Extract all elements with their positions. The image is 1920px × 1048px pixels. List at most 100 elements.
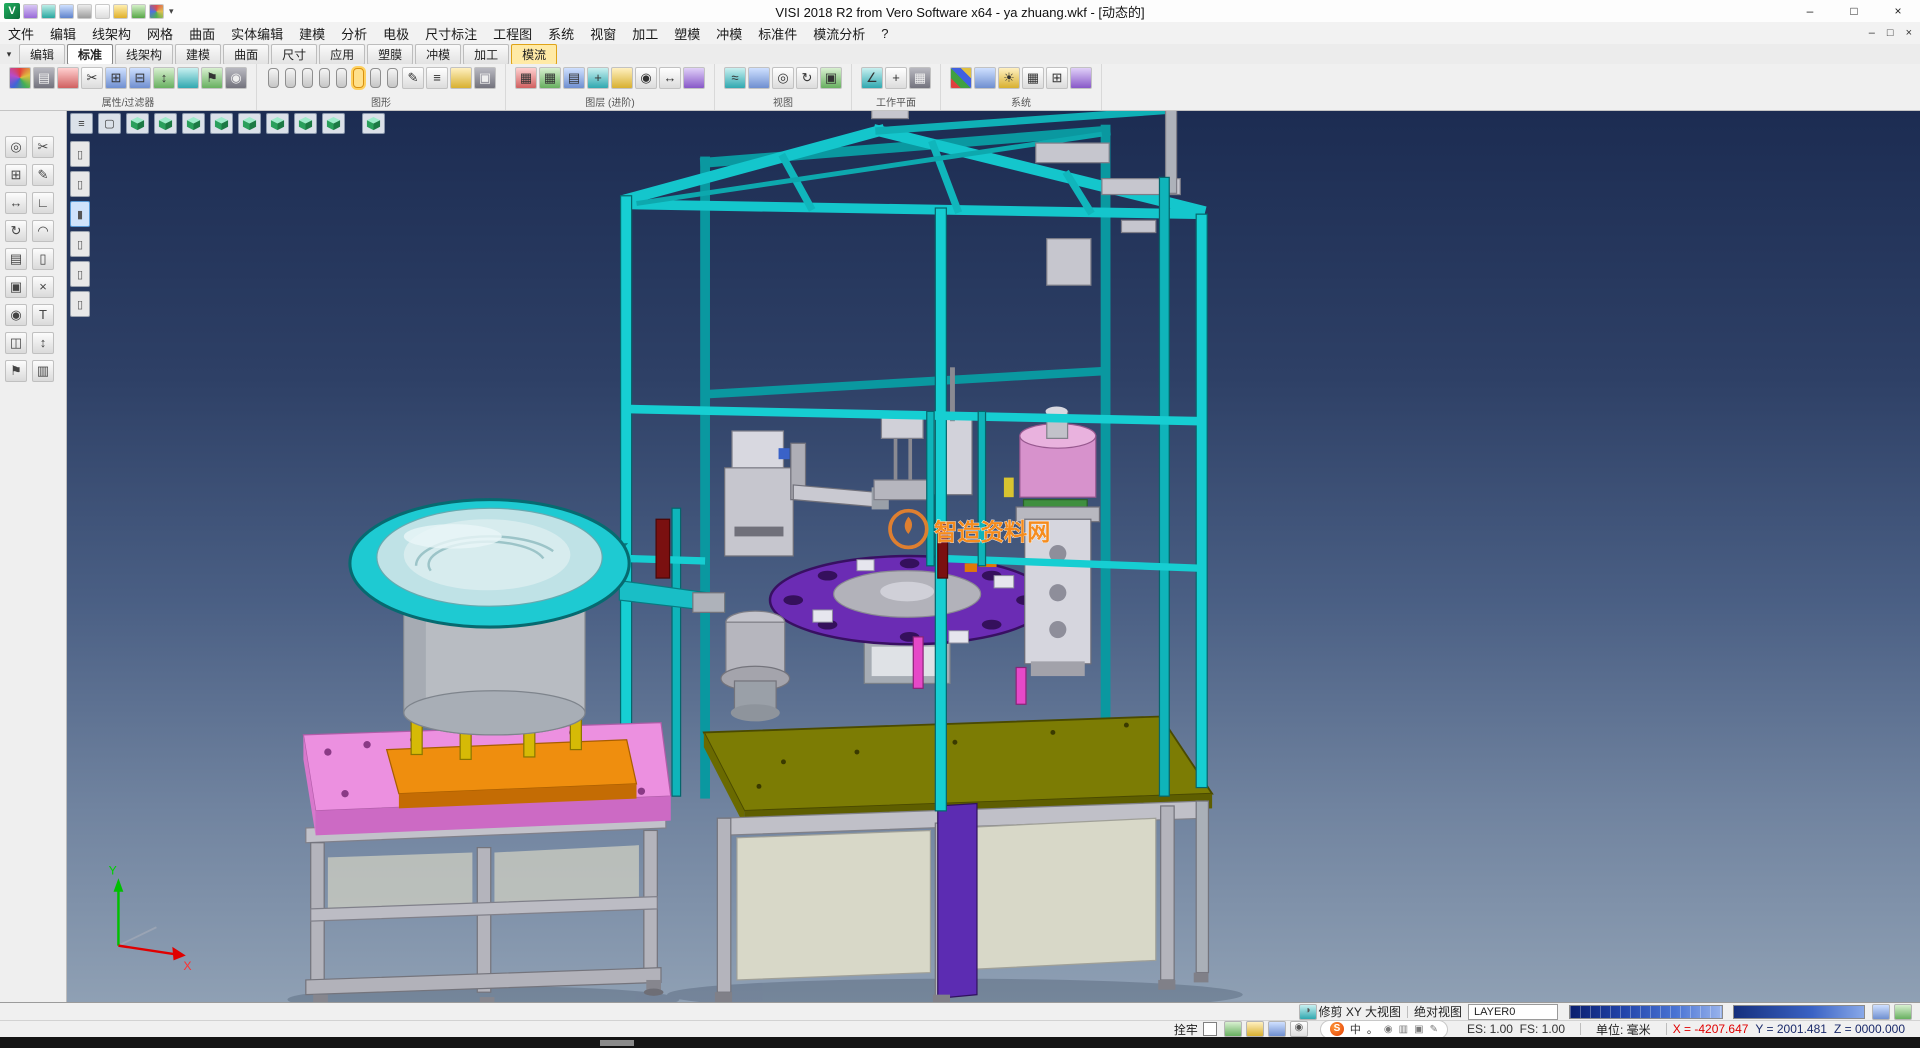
paste-attributes-icon[interactable]: ⊟ — [129, 67, 151, 89]
stored-view-icon[interactable]: ▯ — [70, 291, 90, 317]
tab-standard[interactable]: 标准 — [67, 44, 113, 65]
menu-system[interactable]: 系统 — [540, 22, 582, 44]
view-front-icon[interactable] — [210, 113, 233, 134]
tab-flow[interactable]: 模流 — [511, 44, 557, 65]
clipboard-view-icon[interactable]: ▯ — [70, 141, 90, 167]
tab-mould[interactable]: 塑膜 — [367, 44, 413, 65]
status-mini-icon[interactable] — [1872, 1004, 1890, 1020]
view-bottom-icon[interactable] — [322, 113, 345, 134]
view-iso-nw-icon[interactable] — [154, 113, 177, 134]
menu-help[interactable]: ? — [873, 22, 896, 44]
line-width-icon[interactable]: ≡ — [426, 67, 448, 89]
swap-arrows-icon[interactable]: ↕ — [153, 67, 175, 89]
minimize-button[interactable]: – — [1788, 0, 1832, 22]
layers-tool-icon[interactable]: ▤ — [5, 248, 27, 270]
system-cplane-icon[interactable] — [1070, 67, 1092, 89]
snapshot-view-icon[interactable]: ▯ — [70, 171, 90, 197]
ortho-icon[interactable] — [1268, 1021, 1286, 1037]
3d-model-canvas[interactable]: 智造资料网 Y X — [67, 110, 1920, 1002]
view-dynamic-icon[interactable]: ≈ — [724, 67, 746, 89]
lamp-icon[interactable] — [113, 4, 128, 19]
eraser-icon[interactable] — [57, 67, 79, 89]
tab-surface[interactable]: 曲面 — [223, 44, 269, 65]
menu-wireframe[interactable]: 线架构 — [84, 22, 139, 44]
flag-icon[interactable]: ⚑ — [201, 67, 223, 89]
pen-style-icon[interactable] — [285, 68, 296, 88]
menu-machining[interactable]: 加工 — [624, 22, 666, 44]
preview-icon[interactable] — [95, 4, 110, 19]
qat-dropdown-icon[interactable]: ▾ — [169, 6, 174, 17]
mdi-minimize-button[interactable]: – — [1869, 27, 1875, 39]
stored-view-icon[interactable]: ▯ — [70, 261, 90, 287]
copy-attributes-icon[interactable]: ⊞ — [105, 67, 127, 89]
system-palette-icon[interactable] — [950, 67, 972, 89]
active-view-icon[interactable]: ▮ — [70, 201, 90, 227]
pen-style-icon[interactable] — [370, 68, 381, 88]
3d-viewport[interactable]: 智造资料网 Y X ≡ ▢ ▯ ▯ ▮ ▯ ▯ ▯ — [67, 110, 1920, 1002]
mdi-restore-button[interactable]: □ — [1887, 27, 1894, 39]
lock-checkbox[interactable] — [1203, 1022, 1217, 1036]
color-filter-icon[interactable] — [9, 67, 31, 89]
layer-visibility-icon[interactable]: ◉ — [635, 67, 657, 89]
flask-icon[interactable] — [131, 4, 146, 19]
menu-mesh[interactable]: 网格 — [139, 22, 181, 44]
save-icon[interactable] — [59, 4, 74, 19]
flag-tool-icon[interactable]: ⚑ — [5, 360, 27, 382]
workplane-axis-icon[interactable]: + — [885, 67, 907, 89]
taskbar-peek[interactable] — [600, 1040, 634, 1046]
pen-style-icon[interactable] — [319, 68, 330, 88]
layer-color-strip[interactable] — [1569, 1005, 1723, 1019]
view-list-icon[interactable]: ≡ — [70, 113, 93, 134]
layer-lock-icon[interactable] — [611, 67, 633, 89]
menu-edit[interactable]: 编辑 — [42, 22, 84, 44]
tab-modeling[interactable]: 建模 — [175, 44, 221, 65]
menu-surface[interactable]: 曲面 — [181, 22, 223, 44]
filter-icon[interactable] — [177, 67, 199, 89]
tab-dimension[interactable]: 尺寸 — [271, 44, 317, 65]
layer-add-icon[interactable]: + — [587, 67, 609, 89]
view-plane-icon[interactable]: ▢ — [98, 113, 121, 134]
menu-electrode[interactable]: 电极 — [375, 22, 417, 44]
menu-solid-edit[interactable]: 实体编辑 — [223, 22, 291, 44]
layer-grid-green-icon[interactable]: ▦ — [539, 67, 561, 89]
solid-tool-icon[interactable]: ▣ — [5, 276, 27, 298]
view-right-icon[interactable] — [294, 113, 317, 134]
grid-icon[interactable] — [1246, 1021, 1264, 1037]
pen-style-icon[interactable] — [387, 68, 398, 88]
tab-progress[interactable]: 冲模 — [415, 44, 461, 65]
tabbar-dropdown-icon[interactable]: ▾ — [0, 49, 18, 60]
text-tool-icon[interactable]: T — [32, 304, 54, 326]
keyboard-icon[interactable]: ▥ — [1399, 1024, 1408, 1035]
fillet-tool-icon[interactable]: ◠ — [32, 220, 54, 242]
workplane-xy-icon[interactable]: ∠ — [861, 67, 883, 89]
rotate-tool-icon[interactable]: ↻ — [5, 220, 27, 242]
clipboard-tool-icon[interactable]: ▥ — [32, 360, 54, 382]
layer-grid-red-icon[interactable]: ▦ — [515, 67, 537, 89]
pan-tool-icon[interactable]: ↔ — [5, 192, 27, 214]
ime-language-toggle[interactable]: 中 — [1350, 1021, 1361, 1037]
new-document-icon[interactable] — [23, 4, 38, 19]
menu-dimension[interactable]: 尺寸标注 — [417, 22, 485, 44]
osnap-icon[interactable]: ◉ — [1290, 1021, 1308, 1037]
layer-purge-icon[interactable] — [683, 67, 705, 89]
menu-flow-analysis[interactable]: 模流分析 — [805, 22, 873, 44]
pen-style-icon[interactable] — [302, 68, 313, 88]
highlight-icon[interactable] — [450, 67, 472, 89]
layer-documents-icon[interactable]: ▤ — [563, 67, 585, 89]
printer-icon[interactable]: ▤ — [33, 67, 55, 89]
magnet-icon[interactable]: ◉ — [225, 67, 247, 89]
zoom-tool-icon[interactable]: ◎ — [5, 136, 27, 158]
delete-tool-icon[interactable]: × — [32, 276, 54, 298]
pen-style-icon[interactable] — [336, 68, 347, 88]
ime-tools-icon[interactable]: ✎ — [1430, 1024, 1438, 1035]
maximize-button[interactable]: □ — [1832, 0, 1876, 22]
menu-drafting[interactable]: 工程图 — [485, 22, 540, 44]
render-mode-icon[interactable]: ▣ — [474, 67, 496, 89]
workplane-grid-icon[interactable]: ▦ — [909, 67, 931, 89]
pen-style-icon[interactable] — [268, 68, 279, 88]
scissors-icon[interactable]: ✂ — [81, 67, 103, 89]
palette-icon[interactable] — [149, 4, 164, 19]
sogou-logo-icon[interactable]: S — [1330, 1022, 1344, 1036]
sketch-tool-icon[interactable]: ✎ — [32, 164, 54, 186]
menu-standard-parts[interactable]: 标准件 — [750, 22, 805, 44]
